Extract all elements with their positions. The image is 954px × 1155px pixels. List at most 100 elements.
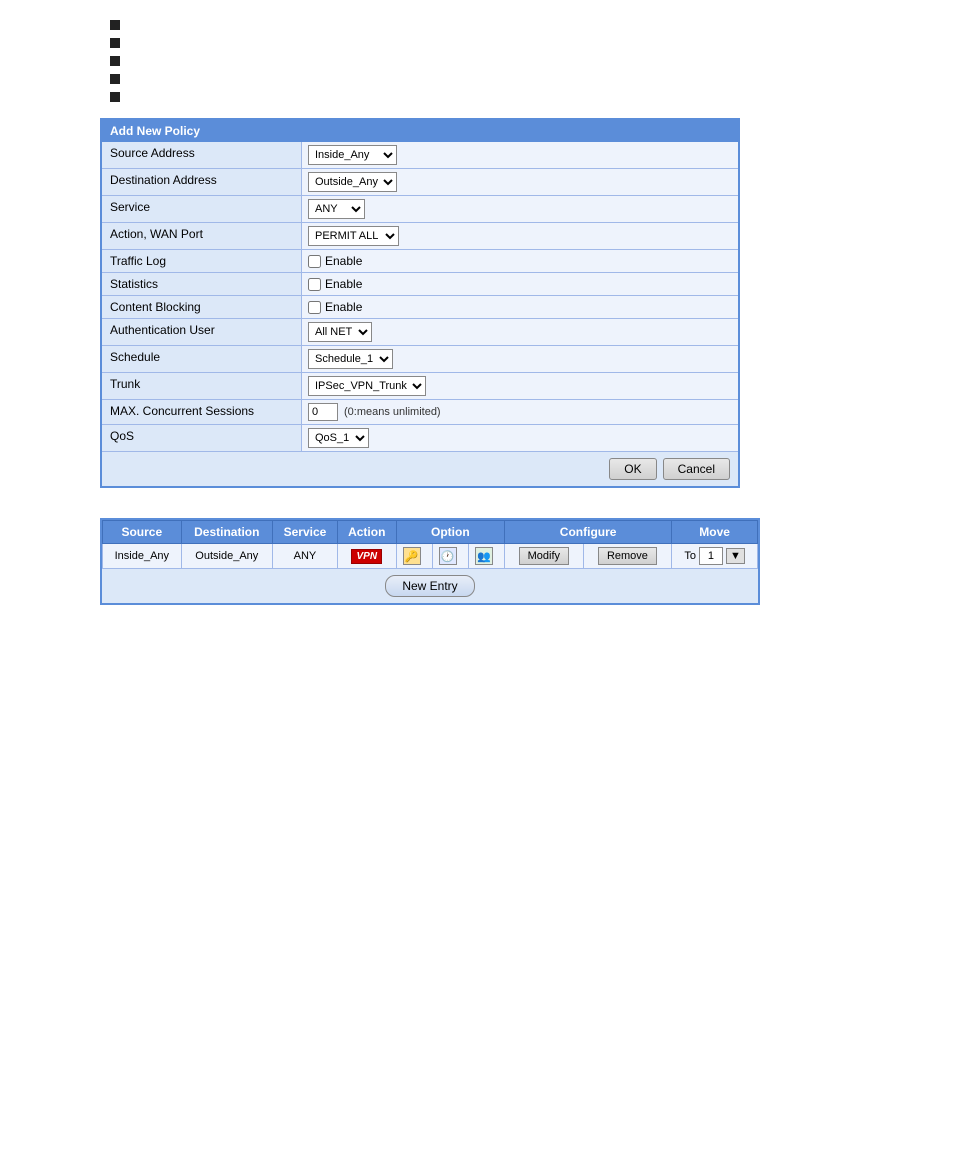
modify-button[interactable]: Modify: [519, 547, 569, 565]
cell-remove: Remove: [583, 544, 672, 569]
select-service[interactable]: ANY HTTP FTP SMTP: [308, 199, 365, 219]
move-cell: To ▼: [678, 547, 751, 565]
cancel-button[interactable]: Cancel: [663, 458, 730, 480]
bullet-square-5: [110, 92, 120, 102]
label-content-blocking: Content Blocking: [102, 296, 302, 318]
form-row-content-blocking: Content Blocking Enable: [102, 296, 738, 319]
form-row-trunk: Trunk IPSec_VPN_Trunk WAN_Trunk: [102, 373, 738, 400]
bullet-square-1: [110, 20, 120, 30]
select-schedule[interactable]: Schedule_1 Schedule_2: [308, 349, 393, 369]
value-service: ANY HTTP FTP SMTP: [302, 196, 738, 222]
th-option: Option: [396, 521, 504, 544]
label-statistics: Statistics: [102, 273, 302, 295]
th-source: Source: [103, 521, 182, 544]
cell-move: To ▼: [672, 544, 758, 569]
bullet-square-2: [110, 38, 120, 48]
label-auth-user: Authentication User: [102, 319, 302, 345]
label-action-wan-port: Action, WAN Port: [102, 223, 302, 249]
policy-table-container: Source Destination Service Action Option…: [100, 518, 760, 605]
value-qos: QoS_1 QoS_2: [302, 425, 738, 451]
content-blocking-enable-label: Enable: [325, 300, 362, 314]
key-icon[interactable]: 🔑: [403, 547, 421, 565]
new-entry-row: New Entry: [102, 569, 758, 603]
cell-modify: Modify: [505, 544, 584, 569]
select-action-wan-port[interactable]: PERMIT ALL DENY ALL: [308, 226, 399, 246]
form-row-schedule: Schedule Schedule_1 Schedule_2: [102, 346, 738, 373]
label-service: Service: [102, 196, 302, 222]
bullet-list: [100, 20, 854, 102]
cell-option-people[interactable]: 👥: [468, 544, 504, 569]
people-icon[interactable]: 👥: [475, 547, 493, 565]
bullet-item-1: [110, 20, 854, 30]
cell-source: Inside_Any: [103, 544, 182, 569]
input-max-sessions[interactable]: [308, 403, 338, 421]
select-trunk[interactable]: IPSec_VPN_Trunk WAN_Trunk: [308, 376, 426, 396]
checkbox-statistics[interactable]: [308, 278, 321, 291]
form-title: Add New Policy: [102, 120, 738, 142]
unlimited-note: (0:means unlimited): [344, 406, 441, 418]
form-row-traffic-log: Traffic Log Enable: [102, 250, 738, 273]
cell-option-key[interactable]: 🔑: [396, 544, 432, 569]
statistics-enable-label: Enable: [325, 277, 362, 291]
form-row-max-sessions: MAX. Concurrent Sessions (0:means unlimi…: [102, 400, 738, 425]
form-row-action-wan-port: Action, WAN Port PERMIT ALL DENY ALL: [102, 223, 738, 250]
move-to-label: To: [684, 550, 696, 562]
label-destination-address: Destination Address: [102, 169, 302, 195]
remove-button[interactable]: Remove: [598, 547, 657, 565]
th-move: Move: [672, 521, 758, 544]
bullet-item-5: [110, 92, 854, 102]
cell-service: ANY: [272, 544, 337, 569]
value-action-wan-port: PERMIT ALL DENY ALL: [302, 223, 738, 249]
select-qos[interactable]: QoS_1 QoS_2: [308, 428, 369, 448]
label-trunk: Trunk: [102, 373, 302, 399]
form-row-auth-user: Authentication User All NET None: [102, 319, 738, 346]
move-arrow-button[interactable]: ▼: [726, 548, 745, 564]
bullet-square-4: [110, 74, 120, 84]
th-configure: Configure: [505, 521, 672, 544]
bullet-item-4: [110, 74, 854, 84]
label-max-sessions: MAX. Concurrent Sessions: [102, 400, 302, 424]
form-buttons: OK Cancel: [102, 452, 738, 486]
value-statistics: Enable: [302, 273, 738, 295]
cell-action: VPN: [337, 544, 396, 569]
th-service: Service: [272, 521, 337, 544]
select-auth-user[interactable]: All NET None: [308, 322, 372, 342]
value-content-blocking: Enable: [302, 296, 738, 318]
select-destination-address[interactable]: Outside_Any Inside_Any Any: [308, 172, 397, 192]
add-new-policy-form: Add New Policy Source Address Inside_Any…: [100, 118, 740, 488]
value-source-address: Inside_Any Outside_Any Any: [302, 142, 738, 168]
table-header-row: Source Destination Service Action Option…: [103, 521, 758, 544]
cell-option-clock[interactable]: 🕐: [432, 544, 468, 569]
form-row-qos: QoS QoS_1 QoS_2: [102, 425, 738, 452]
cell-destination: Outside_Any: [181, 544, 272, 569]
traffic-log-enable-label: Enable: [325, 254, 362, 268]
th-destination: Destination: [181, 521, 272, 544]
checkbox-traffic-log[interactable]: [308, 255, 321, 268]
label-schedule: Schedule: [102, 346, 302, 372]
value-destination-address: Outside_Any Inside_Any Any: [302, 169, 738, 195]
ok-button[interactable]: OK: [609, 458, 656, 480]
form-row-destination-address: Destination Address Outside_Any Inside_A…: [102, 169, 738, 196]
label-traffic-log: Traffic Log: [102, 250, 302, 272]
value-traffic-log: Enable: [302, 250, 738, 272]
select-source-address[interactable]: Inside_Any Outside_Any Any: [308, 145, 397, 165]
policy-table: Source Destination Service Action Option…: [102, 520, 758, 569]
value-auth-user: All NET None: [302, 319, 738, 345]
move-input[interactable]: [699, 547, 723, 565]
table-row: Inside_Any Outside_Any ANY VPN 🔑 🕐 👥: [103, 544, 758, 569]
bullet-item-3: [110, 56, 854, 66]
form-row-service: Service ANY HTTP FTP SMTP: [102, 196, 738, 223]
value-schedule: Schedule_1 Schedule_2: [302, 346, 738, 372]
clock-icon[interactable]: 🕐: [439, 547, 457, 565]
bullet-item-2: [110, 38, 854, 48]
form-row-statistics: Statistics Enable: [102, 273, 738, 296]
label-source-address: Source Address: [102, 142, 302, 168]
value-max-sessions: (0:means unlimited): [302, 400, 738, 424]
bullet-square-3: [110, 56, 120, 66]
th-action: Action: [337, 521, 396, 544]
checkbox-content-blocking[interactable]: [308, 301, 321, 314]
label-qos: QoS: [102, 425, 302, 451]
new-entry-button[interactable]: New Entry: [385, 575, 474, 597]
value-trunk: IPSec_VPN_Trunk WAN_Trunk: [302, 373, 738, 399]
vpn-badge: VPN: [351, 549, 382, 564]
